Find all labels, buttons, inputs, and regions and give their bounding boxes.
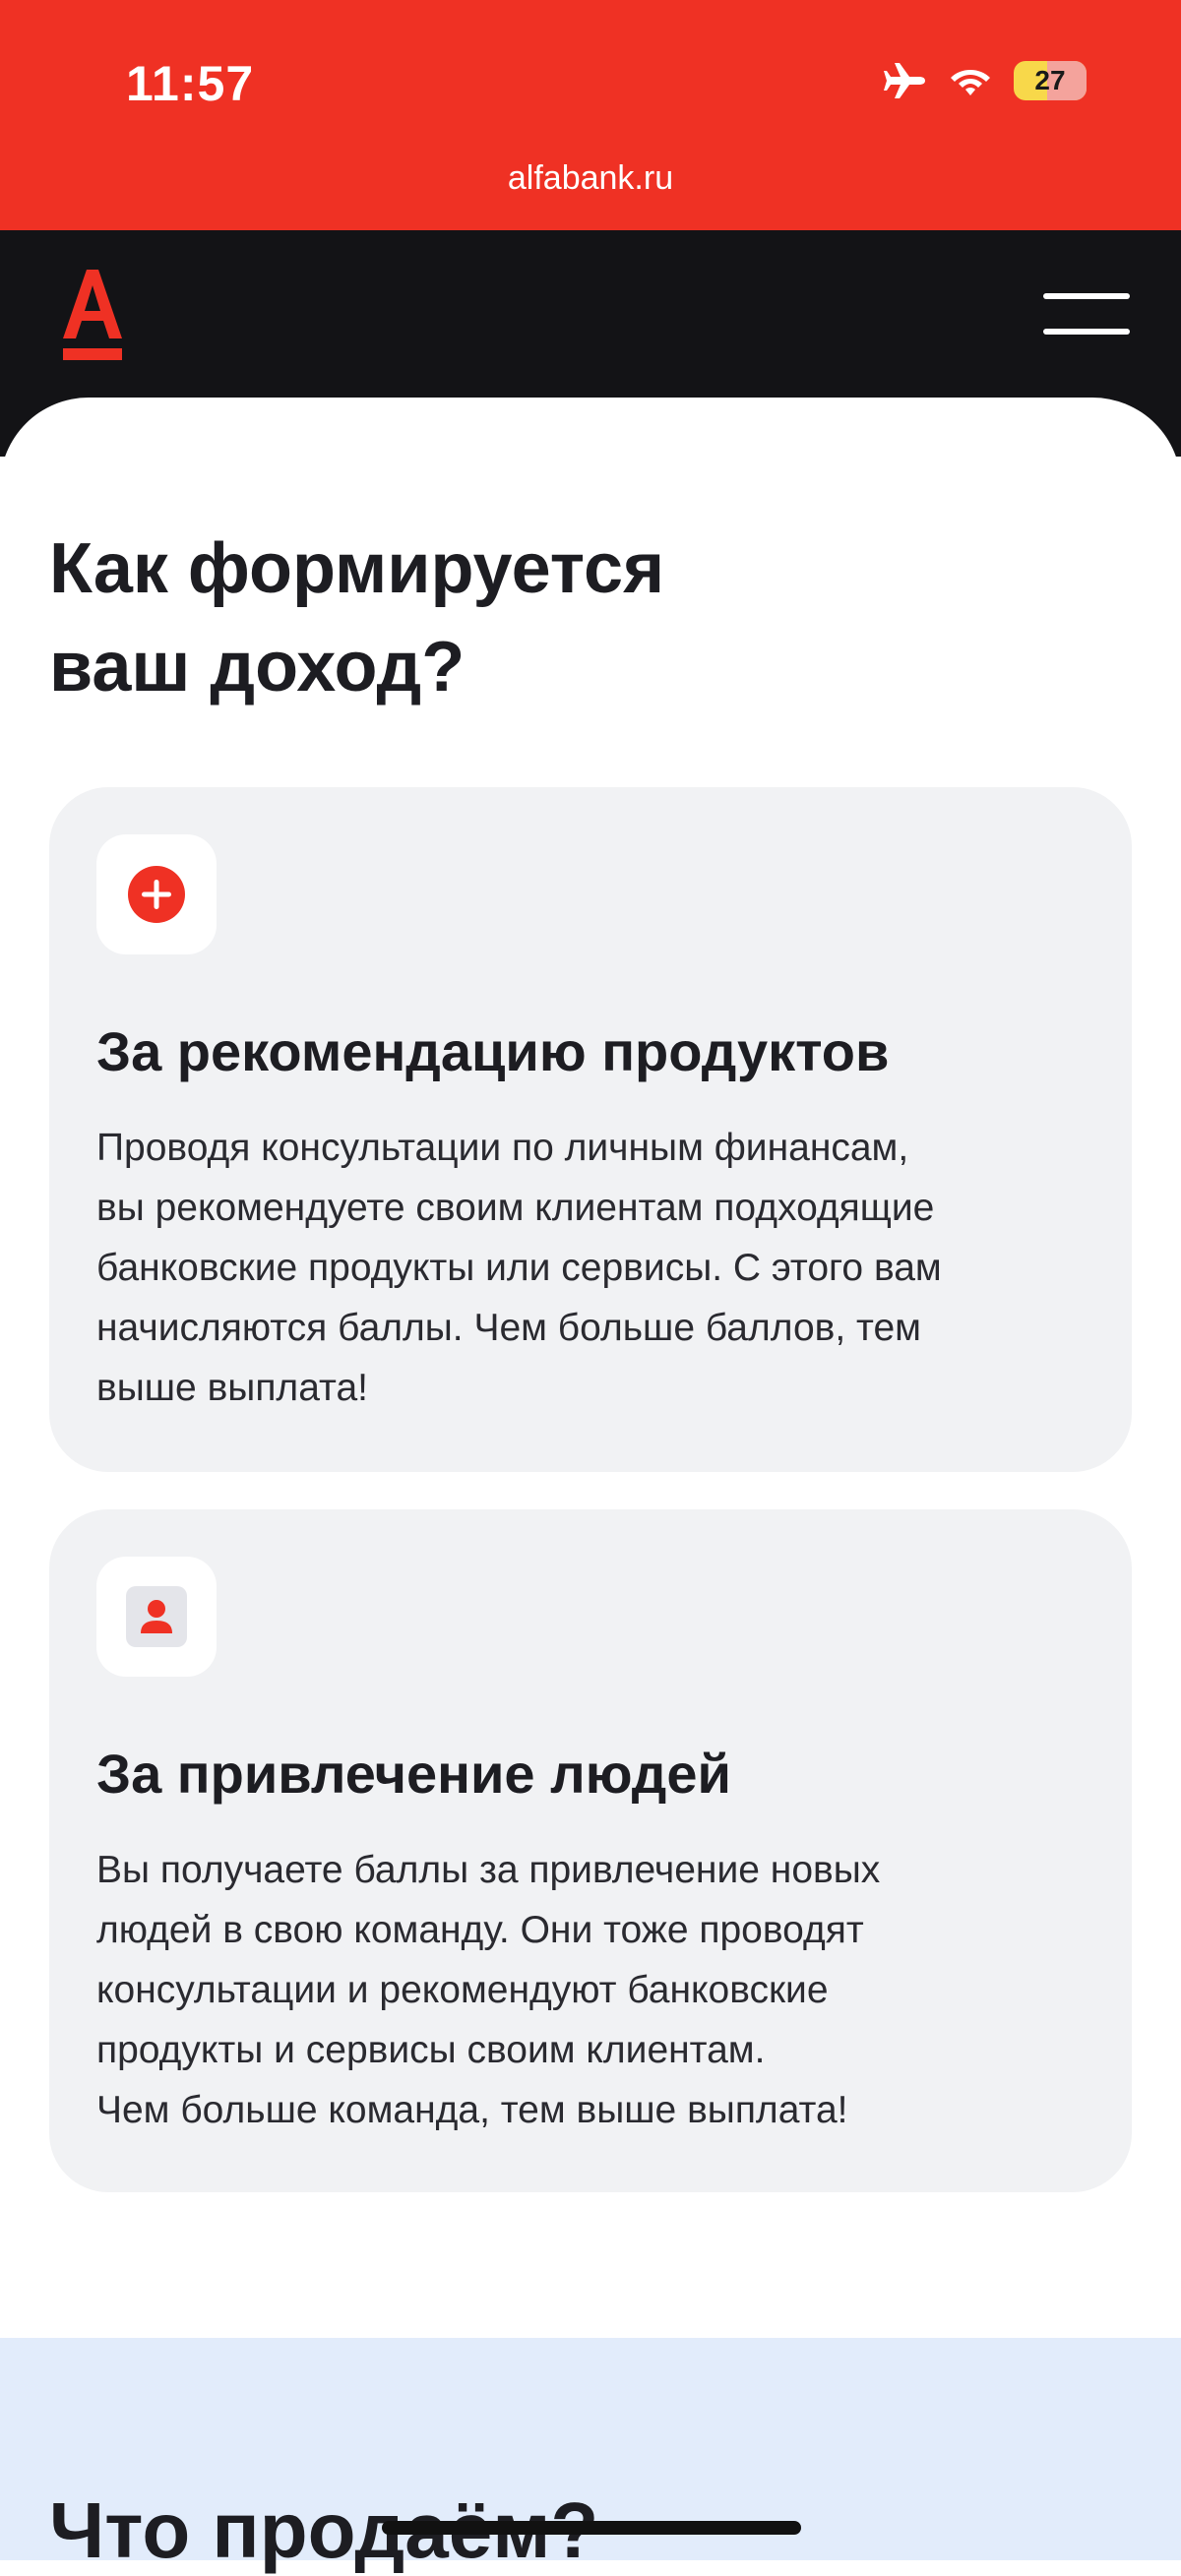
card-title: За привлечение людей: [96, 1743, 731, 1805]
page-title: Как формируется ваш доход?: [49, 529, 665, 706]
alfa-logo-icon: [63, 270, 122, 360]
card-title: За рекомендацию продуктов: [96, 1020, 890, 1082]
battery-indicator: 27: [1014, 61, 1087, 100]
card-icon-box: [96, 834, 217, 954]
income-card-recommendation: За рекомендацию продуктов Проводя консул…: [49, 787, 1132, 1472]
status-icons: 27: [882, 61, 1087, 100]
url-bar[interactable]: alfabank.ru: [0, 159, 1181, 198]
plus-circle-icon: [128, 866, 185, 923]
status-time: 11:57: [126, 56, 255, 111]
hamburger-menu-icon[interactable]: [1043, 293, 1130, 340]
person-card-icon: [126, 1586, 187, 1647]
card-description: Вы получаете баллы за привлечение новых …: [96, 1849, 881, 2131]
alfa-logo[interactable]: [61, 270, 124, 369]
card-icon-box: [96, 1557, 217, 1677]
menu-line: [1043, 293, 1130, 299]
home-indicator[interactable]: [382, 2521, 801, 2535]
menu-line: [1043, 329, 1130, 335]
income-card-referral: За привлечение людей Вы получаете баллы …: [49, 1509, 1132, 2192]
wifi-icon: [949, 64, 992, 97]
status-bar: 11:57 27 alfabank.ru: [0, 0, 1181, 230]
battery-level: 27: [1034, 65, 1066, 95]
airplane-icon: [882, 61, 927, 100]
battery-icon: 27: [1014, 61, 1087, 100]
card-description: Проводя консультации по личным финансам,…: [96, 1127, 942, 1409]
